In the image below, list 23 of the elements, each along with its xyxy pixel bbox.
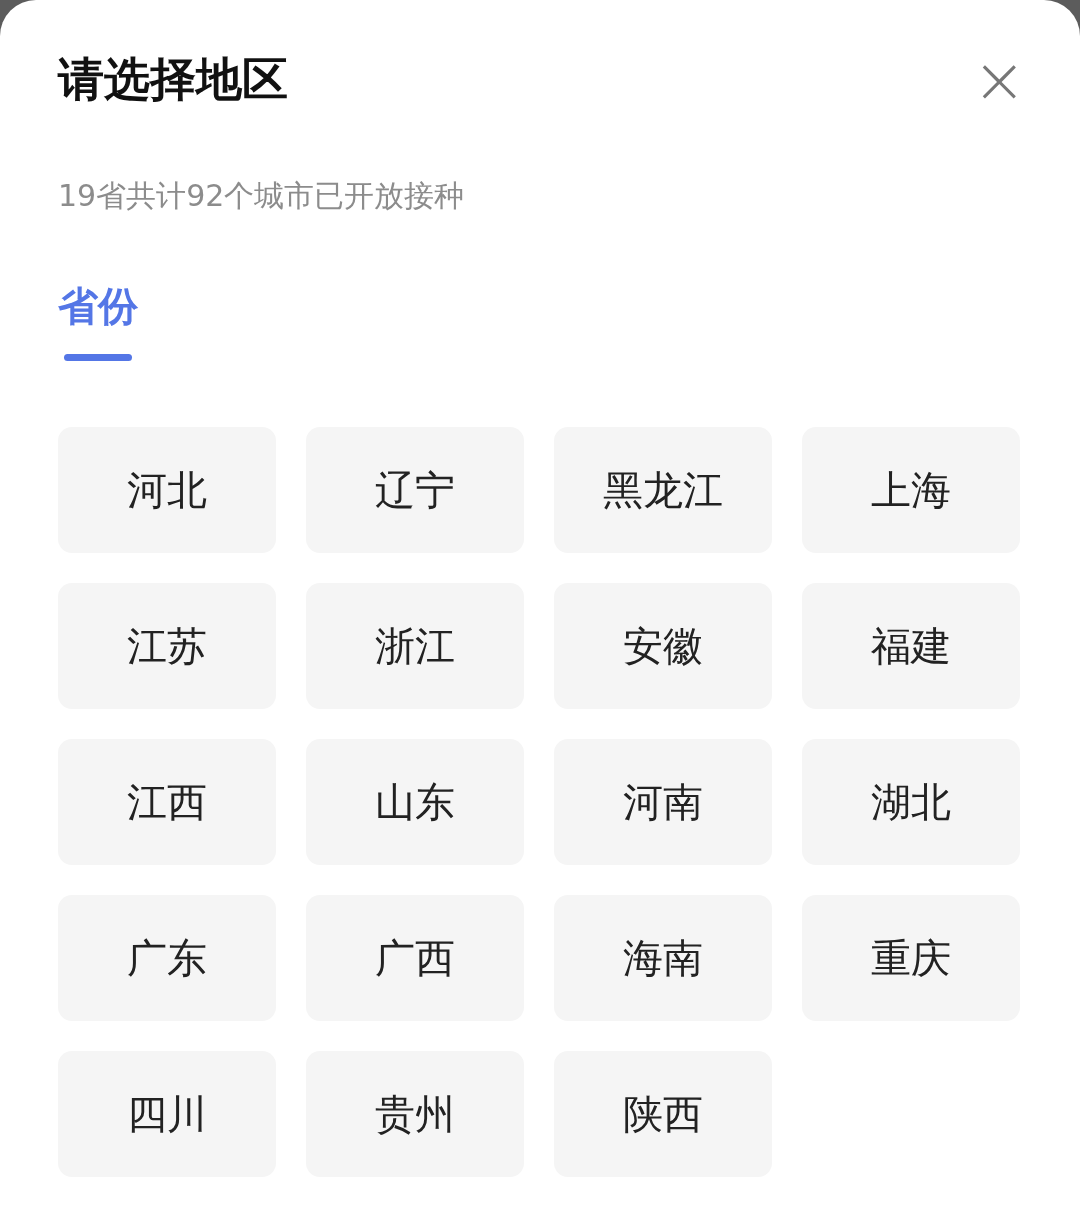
close-button[interactable]: ×	[972, 48, 1026, 112]
region-button[interactable]: 重庆	[802, 895, 1020, 1021]
region-button[interactable]: 四川	[58, 1051, 276, 1177]
region-button[interactable]: 江苏	[58, 583, 276, 709]
region-button[interactable]: 黑龙江	[554, 427, 772, 553]
dialog-title: 请选择地区	[58, 51, 288, 108]
region-button[interactable]: 河南	[554, 739, 772, 865]
region-button[interactable]: 山东	[306, 739, 524, 865]
region-button[interactable]: 安徽	[554, 583, 772, 709]
tab[interactable]: 省份	[58, 279, 138, 375]
region-button[interactable]: 福建	[802, 583, 1020, 709]
region-button[interactable]: 湖北	[802, 739, 1020, 865]
region-button[interactable]: 贵州	[306, 1051, 524, 1177]
region-button[interactable]: 河北	[58, 427, 276, 553]
subtitle: 19省共计92个城市已开放接种	[58, 177, 466, 215]
region-button[interactable]: 辽宁	[306, 427, 524, 553]
region-button[interactable]: 上海	[802, 427, 1020, 553]
region-button[interactable]: 陕西	[554, 1051, 772, 1177]
region-button[interactable]: 江西	[58, 739, 276, 865]
region-button[interactable]: 广西	[306, 895, 524, 1021]
region-button[interactable]: 浙江	[306, 583, 524, 709]
region-button[interactable]: 海南	[554, 895, 772, 1021]
region-button[interactable]: 广东	[58, 895, 276, 1021]
